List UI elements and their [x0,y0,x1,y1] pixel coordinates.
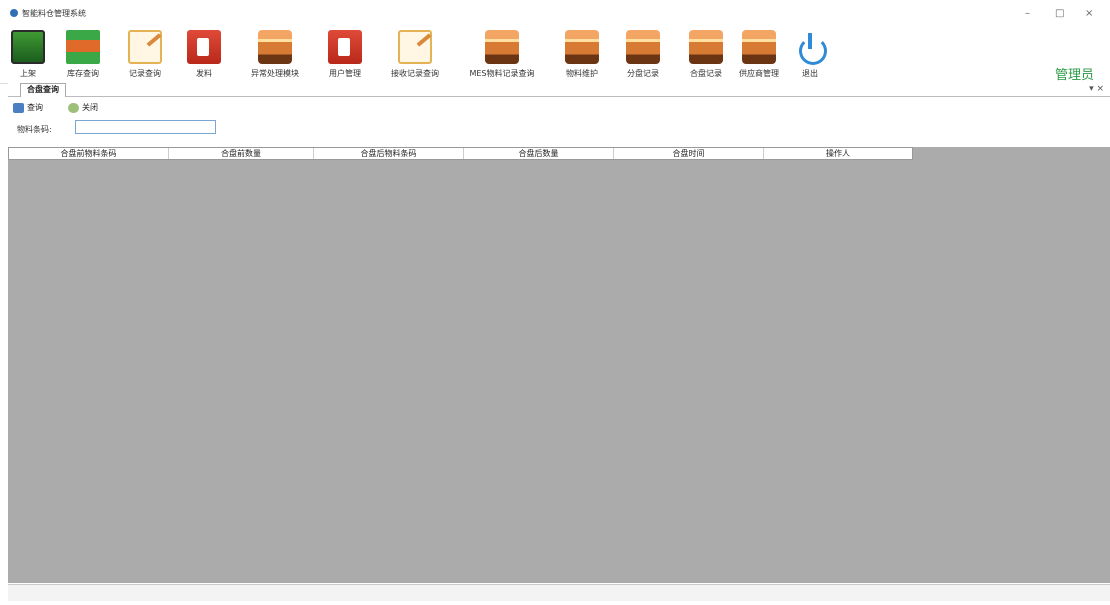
status-bar [8,584,1110,601]
split-reel-record-button[interactable]: 分盘记录 [618,28,668,82]
exit-button[interactable]: 退出 [792,28,828,82]
user-management-label: 用户管理 [329,69,361,78]
exception-handling-button[interactable]: 异常处理模块 [240,28,310,82]
user-management-button[interactable]: 用户管理 [320,28,370,82]
material-maintenance-label: 物料维护 [566,69,598,78]
inventory-icon [66,30,100,64]
exception-handling-label: 异常处理模块 [251,69,299,78]
material-maintenance-button[interactable]: 物料维护 [556,28,608,82]
upload-button-label: 上架 [20,69,36,78]
receive-record-query-label: 接收记录查询 [391,69,439,78]
supplier-management-label: 供应商管理 [739,69,779,78]
results-grid[interactable]: 合盘前物料条码 合盘前数量 合盘后物料条码 合盘后数量 合盘时间 操作人 [8,147,1110,583]
box-icon [742,30,776,64]
box-icon [689,30,723,64]
supplier-management-button[interactable]: 供应商管理 [734,28,784,82]
tab-close-controls[interactable]: ▾ × [1089,84,1104,94]
close-icon [68,103,79,113]
inventory-query-label: 库存查询 [67,69,99,78]
current-user-label: 管理员 [1054,68,1094,83]
issue-icon [187,30,221,64]
issue-material-button[interactable]: 发料 [184,28,224,82]
upload-icon [11,30,45,64]
column-header[interactable]: 合盘后数量 [464,148,614,159]
power-icon [793,30,827,65]
column-header[interactable]: 合盘后物料条码 [314,148,464,159]
app-icon [10,9,18,17]
column-header[interactable]: 合盘前数量 [169,148,314,159]
tab-merge-reel-query[interactable]: 合盘查询 [20,83,66,97]
window-title: 智能料仓管理系统 [22,9,86,18]
search-icon [13,103,24,113]
column-header[interactable]: 合盘前物料条码 [9,148,169,159]
merge-reel-record-label: 合盘记录 [690,69,722,78]
mes-record-query-button[interactable]: MES物料记录查询 [462,28,542,82]
exit-label: 退出 [802,69,818,78]
issue-material-label: 发料 [196,69,212,78]
notepad-icon [398,30,432,64]
box-icon [485,30,519,64]
tab-strip: 合盘查询 ▾ × [8,83,1110,97]
close-button[interactable]: × [1085,8,1093,19]
box-icon [565,30,599,64]
query-panel: 查询 关闭 物料条码: [8,97,1110,147]
inventory-query-button[interactable]: 库存查询 [60,28,106,82]
maximize-button[interactable]: □ [1055,8,1064,19]
material-code-label: 物料条码: [17,125,52,134]
merge-reel-record-button[interactable]: 合盘记录 [682,28,730,82]
close-query-button[interactable]: 关闭 [68,101,98,115]
column-header[interactable]: 合盘时间 [614,148,764,159]
mes-record-query-label: MES物料记录查询 [469,69,535,78]
box-icon [626,30,660,64]
close-button-label: 关闭 [82,103,98,112]
upload-button[interactable]: 上架 [10,28,46,82]
user-icon [328,30,362,64]
minimize-button[interactable]: – [1025,8,1030,19]
split-reel-record-label: 分盘记录 [627,69,659,78]
box-icon [258,30,292,64]
material-code-input[interactable] [75,120,216,134]
record-query-label: 记录查询 [129,69,161,78]
search-button-label: 查询 [27,103,43,112]
toolbar: 上架 库存查询 记录查询 发料 异常处理模块 用户管理 接收记录查询 MES物料… [0,24,1110,84]
grid-header: 合盘前物料条码 合盘前数量 合盘后物料条码 合盘后数量 合盘时间 操作人 [8,147,913,160]
search-button[interactable]: 查询 [13,101,43,115]
column-header[interactable]: 操作人 [764,148,912,159]
notepad-icon [128,30,162,64]
receive-record-query-button[interactable]: 接收记录查询 [380,28,450,82]
title-bar: 智能料仓管理系统 – □ × [0,0,1110,24]
record-query-button[interactable]: 记录查询 [122,28,168,82]
